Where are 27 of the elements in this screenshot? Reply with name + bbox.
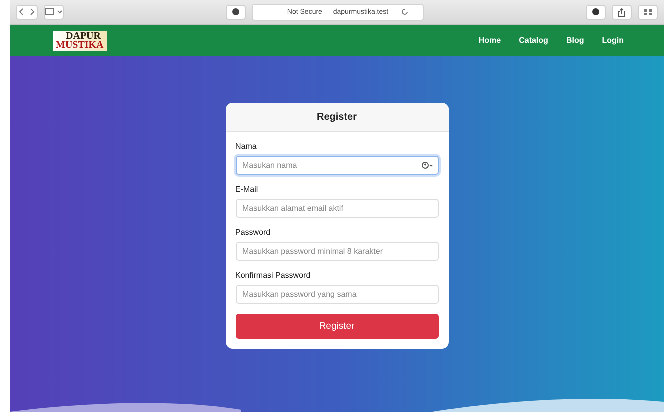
back-forward-button[interactable] bbox=[16, 4, 38, 20]
field-label: Konfirmasi Password bbox=[236, 271, 312, 280]
input-field[interactable]: Masukkan password minimal 8 karakter bbox=[236, 242, 438, 261]
card-title: Register bbox=[226, 103, 448, 132]
share-button[interactable] bbox=[612, 4, 632, 20]
sidebar-button[interactable] bbox=[44, 4, 64, 20]
download-button[interactable] bbox=[586, 4, 606, 20]
field-label: Nama bbox=[236, 142, 258, 151]
nav-link[interactable]: Blog bbox=[566, 36, 584, 45]
site-logo[interactable]: DAPUR MUSTIKA bbox=[53, 30, 107, 50]
sidebar-icon bbox=[45, 8, 63, 16]
field-label: E-Mail bbox=[236, 185, 260, 194]
input-field[interactable]: Masukkan alamat email aktif bbox=[236, 199, 438, 218]
grid-icon bbox=[644, 8, 652, 16]
input-field[interactable]: Masukkan password yang sama bbox=[236, 285, 438, 304]
nav-link[interactable]: Home bbox=[478, 36, 502, 45]
field-label: Password bbox=[236, 228, 272, 237]
share-icon bbox=[618, 8, 626, 16]
nav-link[interactable]: Catalog bbox=[519, 36, 548, 45]
privacy-button[interactable] bbox=[226, 4, 246, 20]
input-field[interactable]: Masukan nama bbox=[236, 156, 438, 175]
tabs-button[interactable] bbox=[638, 4, 658, 20]
reload-icon bbox=[401, 8, 409, 16]
register-button[interactable]: Register bbox=[236, 314, 438, 339]
autofill-icon[interactable] bbox=[422, 162, 432, 169]
nav-link[interactable]: Login bbox=[602, 36, 624, 45]
chevron-icon bbox=[17, 8, 37, 16]
